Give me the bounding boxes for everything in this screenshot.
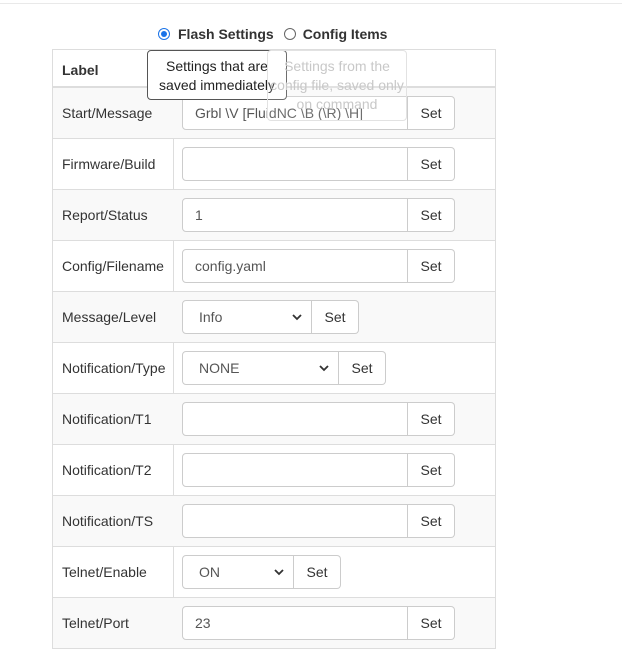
setting-label: Firmware/Build [62,156,156,172]
report-status-input[interactable]: 1 [182,198,408,232]
setting-control: Info Set [182,300,359,334]
setting-control: 1 Set [182,198,455,232]
flash-settings-tooltip: Settings that are saved immediately [147,50,287,100]
setting-label: Notification/Type [62,360,166,376]
notification-t1-set-button[interactable]: Set [408,402,455,436]
chevron-down-icon [274,569,284,576]
setting-label: Start/Message [62,105,153,121]
setting-control: Set [182,402,455,436]
config-filename-set-button[interactable]: Set [408,249,455,283]
telnet-enable-select[interactable]: ON [182,555,294,589]
settings-table: Label Start/Message Grbl \V [FluidNC \B … [52,49,496,649]
notification-ts-set-button[interactable]: Set [408,504,455,538]
selected-value: Info [199,309,223,325]
notification-ts-input[interactable] [182,504,408,538]
firmware-build-set-button[interactable]: Set [408,147,455,181]
notification-t2-input[interactable] [182,453,408,487]
label-column-header: Label [62,62,99,78]
message-level-set-button[interactable]: Set [312,300,359,334]
notification-type-select[interactable]: NONE [182,351,339,385]
setting-row-telnet-enable: Telnet/Enable ON Set [53,547,495,598]
setting-row-notification-t2: Notification/T2 Set [53,445,495,496]
telnet-port-input[interactable]: 23 [182,606,408,640]
report-status-set-button[interactable]: Set [408,198,455,232]
start-message-set-button[interactable]: Set [408,96,455,130]
config-filename-input[interactable]: config.yaml [182,249,408,283]
flash-settings-label[interactable]: Flash Settings [178,26,274,42]
setting-label: Config/Filename [62,258,164,274]
notification-t2-set-button[interactable]: Set [408,453,455,487]
selected-value: NONE [199,360,240,376]
telnet-enable-set-button[interactable]: Set [294,555,341,589]
setting-row-telnet-port: Telnet/Port 23 Set [53,598,495,649]
notification-type-set-button[interactable]: Set [339,351,386,385]
chevron-down-icon [292,314,302,321]
setting-row-config-filename: Config/Filename config.yaml Set [53,241,495,292]
setting-row-firmware-build: Firmware/Build Set [53,139,495,190]
setting-control: config.yaml Set [182,249,455,283]
setting-row-message-level: Message/Level Info Set [53,292,495,343]
setting-row-notification-ts: Notification/TS Set [53,496,495,547]
setting-row-notification-t1: Notification/T1 Set [53,394,495,445]
message-level-select[interactable]: Info [182,300,312,334]
setting-control: Set [182,504,455,538]
setting-label: Notification/T1 [62,411,152,427]
setting-control: ON Set [182,555,341,589]
setting-control: Set [182,147,455,181]
setting-label: Telnet/Enable [62,564,147,580]
setting-control: Set [182,453,455,487]
setting-row-report-status: Report/Status 1 Set [53,190,495,241]
config-items-tooltip: Settings from the config file, saved onl… [267,50,407,121]
setting-label: Report/Status [62,207,148,223]
setting-control: 23 Set [182,606,455,640]
setting-control: NONE Set [182,351,386,385]
firmware-build-input[interactable] [182,147,408,181]
telnet-port-set-button[interactable]: Set [408,606,455,640]
setting-label: Notification/TS [62,513,154,529]
setting-row-notification-type: Notification/Type NONE Set [53,343,495,394]
top-divider [0,3,622,4]
selected-value: ON [199,564,220,580]
config-items-radio[interactable] [283,28,296,40]
settings-mode-selector: Flash Settings Config Items [158,25,387,43]
setting-label: Telnet/Port [62,615,129,631]
chevron-down-icon [319,365,329,372]
config-items-label[interactable]: Config Items [303,26,388,42]
setting-label: Message/Level [62,309,157,325]
notification-t1-input[interactable] [182,402,408,436]
setting-label: Notification/T2 [62,462,152,478]
flash-settings-radio[interactable] [158,28,170,40]
